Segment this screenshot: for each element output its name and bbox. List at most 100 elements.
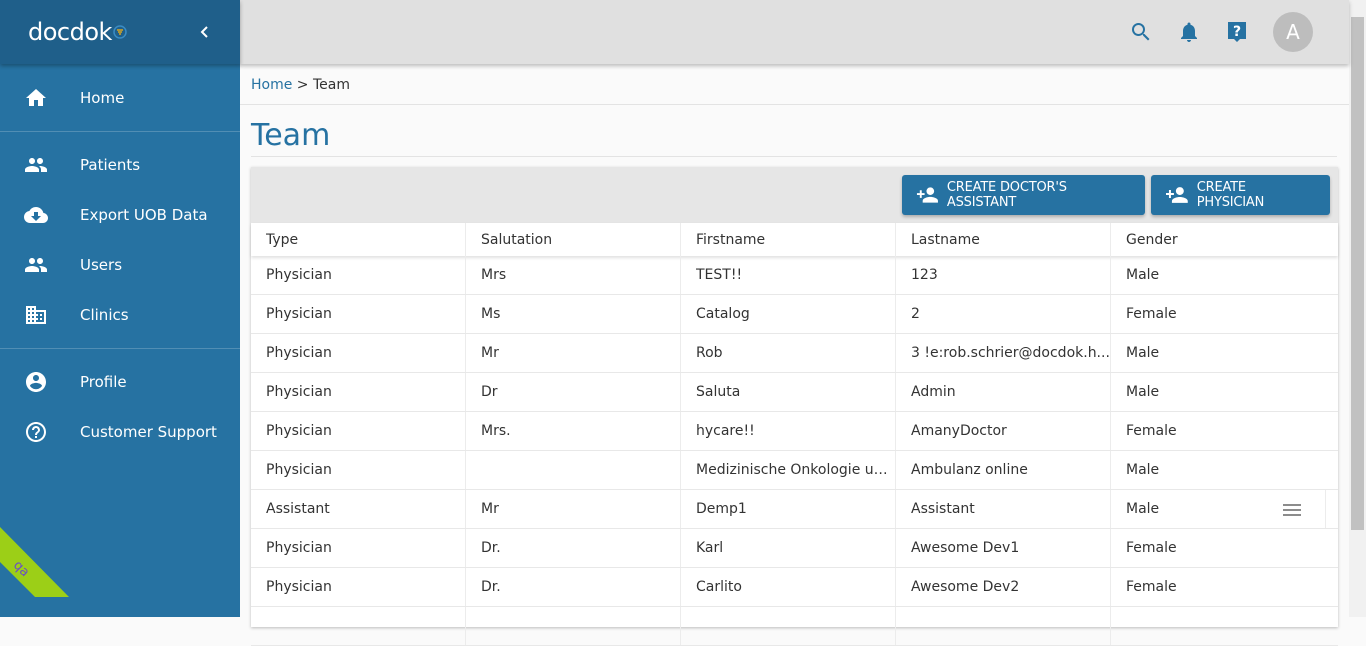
home-icon: [26, 89, 46, 106]
table-cell: Physician: [251, 334, 466, 372]
create-physician-button[interactable]: CREATE PHYSICIAN: [1151, 175, 1330, 215]
column-header[interactable]: Gender: [1111, 223, 1338, 256]
cell-text: Mrs.: [481, 423, 511, 439]
sidebar-item-label: Customer Support: [80, 423, 217, 441]
breadcrumb-home[interactable]: Home: [251, 77, 292, 93]
people-icon: [25, 258, 47, 272]
table-cell: Male: [1111, 256, 1338, 294]
cell-text: AmanyDoctor: [911, 423, 1007, 439]
divider: [0, 131, 240, 132]
sidebar-item-clinics[interactable]: Clinics: [0, 290, 240, 340]
sidebar-item-home[interactable]: Home: [0, 73, 240, 123]
column-header[interactable]: Type: [251, 223, 466, 256]
table-row[interactable]: Physician Ms Catalog 2 Female: [251, 295, 1338, 334]
column-header-label: Firstname: [696, 231, 766, 248]
cell-text: Ms: [481, 306, 501, 322]
cell-text: Carlito: [696, 579, 742, 595]
cell-text: 123: [911, 267, 938, 283]
cell-text: Female: [1126, 423, 1177, 439]
table-cell: Physician: [251, 529, 466, 567]
collapse-chevron-icon[interactable]: [198, 25, 212, 39]
cell-text: Mr: [481, 501, 499, 517]
scrollbar-thumb[interactable]: [1351, 17, 1364, 530]
cell-text: Mr: [481, 345, 499, 361]
table-row[interactable]: Physician Mrs. hycare!! AmanyDoctor Female: [251, 412, 1338, 451]
table-cell: Dr.: [466, 568, 681, 606]
table-row[interactable]: Physician Mrs TEST!! 123 Male: [251, 256, 1338, 295]
cell-text: Female: [1126, 579, 1177, 595]
button-label: CREATE DOCTOR'S ASSISTANT: [946, 180, 1067, 210]
create-doctors-assistant-button[interactable]: CREATE DOCTOR'S ASSISTANT: [902, 175, 1145, 215]
table-toolbar: CREATE DOCTOR'S ASSISTANT CREATE PHYSICI…: [251, 167, 1338, 223]
divider: [0, 348, 240, 349]
scrollbar[interactable]: [1349, 0, 1366, 617]
cell-text: Medizinische Onkologie un...: [696, 462, 895, 478]
sidebar-item-users[interactable]: Users: [0, 240, 240, 290]
table-cell: Assistant: [896, 490, 1111, 528]
search-icon[interactable]: [1129, 20, 1153, 44]
breadcrumb-separator: >: [292, 77, 313, 93]
logo[interactable]: docdok: [28, 18, 128, 46]
table-row[interactable]: [251, 607, 1338, 646]
sidebar-item-patients[interactable]: Patients: [0, 140, 240, 190]
avatar[interactable]: A: [1273, 12, 1313, 52]
avatar-initial: A: [1286, 20, 1300, 44]
logo-bar: docdok: [0, 0, 240, 64]
person-add-icon: [1165, 187, 1188, 203]
sidebar-item-customer-support[interactable]: Customer Support: [0, 407, 240, 457]
person-add-icon: [916, 187, 938, 203]
cell-text: Awesome Dev2: [911, 579, 1020, 595]
column-header[interactable]: Firstname: [681, 223, 896, 256]
sidebar: docdok Home Patients Export UOB Data Use…: [0, 0, 240, 617]
table-cell: Female: [1111, 568, 1338, 606]
cell-text: Male: [1126, 462, 1160, 478]
table-cell: Saluta: [681, 373, 896, 411]
table-cell: Medizinische Onkologie un...: [681, 451, 896, 489]
account-circle-icon: [26, 372, 46, 392]
row-menu-icon[interactable]: [1282, 500, 1302, 520]
table-cell: Dr: [466, 373, 681, 411]
table-cell: [681, 607, 896, 645]
notifications-bell-icon[interactable]: [1177, 20, 1201, 44]
cell-text: Dr.: [481, 579, 501, 595]
table-row[interactable]: Physician Mr Rob 3 !e:rob.schrier@docdok.h.…: [251, 334, 1338, 373]
cell-text: Physician: [266, 540, 332, 556]
table-row[interactable]: Physician Dr. Carlito Awesome Dev2 Female: [251, 568, 1338, 607]
table-cell: 123: [896, 256, 1111, 294]
cell-text: Admin: [911, 384, 956, 400]
team-table-card: CREATE DOCTOR'S ASSISTANT CREATE PHYSICI…: [251, 167, 1338, 646]
cell-text: TEST!!: [696, 267, 743, 283]
table-cell: Male: [1111, 334, 1338, 372]
help-icon[interactable]: ?: [1225, 20, 1249, 44]
page-title: Team: [251, 118, 331, 153]
cell-text: Female: [1126, 306, 1177, 322]
logo-text: docdok: [28, 18, 112, 46]
sidebar-item-profile[interactable]: Profile: [0, 357, 240, 407]
table-row[interactable]: Assistant Mr Demp1 Assistant Male: [251, 490, 1338, 529]
column-header[interactable]: Lastname: [896, 223, 1111, 256]
table-cell: Catalog: [681, 295, 896, 333]
table-cell: TEST!!: [681, 256, 896, 294]
top-app-bar: ? A: [240, 0, 1349, 64]
cell-text: Female: [1126, 540, 1177, 556]
column-header-label: Type: [266, 231, 299, 248]
building-icon: [26, 306, 46, 324]
cell-text: Physician: [266, 384, 332, 400]
breadcrumb: Home > Team: [251, 77, 350, 93]
sidebar-item-export-uob-data[interactable]: Export UOB Data: [0, 190, 240, 240]
table-cell: Physician: [251, 412, 466, 450]
sidebar-item-label: Home: [80, 89, 125, 107]
cell-text: Male: [1126, 345, 1160, 361]
cell-text: Mrs: [481, 267, 507, 283]
sidebar-item-label: Patients: [80, 156, 141, 174]
table-cell: [251, 607, 466, 645]
table-cell: 3 !e:rob.schrier@docdok.h...: [896, 334, 1111, 372]
table-cell: AmanyDoctor: [896, 412, 1111, 450]
cell-text: Assistant: [266, 501, 330, 517]
divider: [240, 104, 1349, 105]
table-row[interactable]: Physician Dr. Karl Awesome Dev1 Female: [251, 529, 1338, 568]
table-row[interactable]: Physician Medizinische Onkologie un... Amb…: [251, 451, 1338, 490]
table-row[interactable]: Physician Dr Saluta Admin Male: [251, 373, 1338, 412]
table-cell: Assistant: [251, 490, 466, 528]
column-header[interactable]: Salutation: [466, 223, 681, 256]
